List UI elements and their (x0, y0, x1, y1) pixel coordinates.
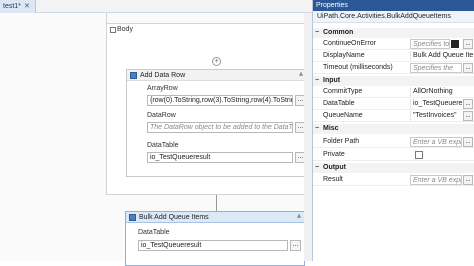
property-name: ContinueOnError (323, 40, 376, 47)
property-name: CommitType (323, 88, 363, 95)
collapse-icon[interactable]: − (315, 124, 319, 134)
category-misc[interactable]: − Misc (313, 124, 474, 134)
category-label: Output (323, 164, 346, 171)
property-row-timeout[interactable]: Timeout (milliseconds) Specifies the ... (313, 63, 474, 74)
property-name: Folder Path (323, 138, 360, 145)
data-table-label: DataTable (138, 229, 170, 236)
properties-panel: Properties UiPath.Core.Activities.BulkAd… (312, 0, 474, 261)
category-input[interactable]: − Input (313, 76, 474, 86)
activity-header: Bulk Add Queue Items ⩓ (126, 212, 304, 223)
queue-name-input[interactable]: "TestInvoices" (410, 111, 462, 121)
result-input[interactable]: Enter a VB expr (410, 175, 462, 185)
property-expression-button[interactable]: ... (463, 99, 473, 109)
activity-type-label: UiPath.Core.Activities.BulkAddQueueItems (313, 11, 474, 23)
category-label: Misc (323, 125, 339, 132)
property-name: Private (323, 151, 345, 158)
expression-tag-icon[interactable] (451, 40, 459, 48)
document-tab-bar: test1* ✕ (0, 0, 312, 13)
property-name: QueueName (323, 112, 363, 119)
designer-canvas[interactable]: Body + Add Data Row ⩓ ArrayRow {row(0).T… (0, 13, 312, 266)
properties-title: Properties (313, 0, 474, 11)
property-expression-button[interactable]: ... (463, 63, 473, 73)
sequence-title: Body (117, 26, 133, 33)
add-data-row-activity[interactable]: Add Data Row ⩓ ArrayRow {row(0).ToString… (126, 69, 307, 177)
sequence-border (106, 13, 107, 23)
property-expression-button[interactable]: ... (463, 175, 473, 185)
bulk-add-queue-items-activity[interactable]: Bulk Add Queue Items ⩓ DataTable io_Test… (125, 211, 305, 266)
property-name: DisplayName (323, 52, 365, 59)
property-name: Timeout (milliseconds) (323, 64, 393, 71)
property-row-queue-name[interactable]: QueueName "TestInvoices" ... (313, 111, 474, 122)
sequence-icon (110, 27, 116, 33)
category-label: Common (323, 29, 354, 36)
property-expression-button[interactable]: ... (463, 39, 473, 49)
collapse-icon[interactable]: ⩓ (299, 71, 303, 79)
data-table-expression-button[interactable]: ... (290, 240, 301, 251)
array-row-input[interactable]: {row(0).ToString,row(3).ToString,row(4).… (147, 95, 293, 106)
timeout-input[interactable]: Specifies the (410, 63, 462, 73)
tab-test1[interactable]: test1* ✕ (0, 0, 36, 13)
body-sequence[interactable]: Body + Add Data Row ⩓ ArrayRow {row(0).T… (106, 23, 310, 195)
private-checkbox[interactable] (415, 151, 423, 159)
property-row-result[interactable]: Result Enter a VB expr ... (313, 175, 474, 186)
property-row-private[interactable]: Private (313, 150, 474, 161)
add-data-row-icon (130, 72, 137, 79)
queue-items-icon (129, 214, 136, 221)
property-row-continue-on-error[interactable]: ContinueOnError Specifies to ... (313, 39, 474, 50)
continue-on-error-input[interactable]: Specifies to (410, 39, 450, 49)
property-name: Result (323, 176, 343, 183)
collapse-icon[interactable]: − (315, 76, 319, 86)
add-activity-plus-icon[interactable]: + (212, 57, 221, 66)
activity-header: Add Data Row ⩓ (127, 70, 306, 81)
data-table-input[interactable]: io_TestQueueresult (147, 152, 293, 163)
category-label: Input (323, 77, 341, 84)
category-output[interactable]: − Output (313, 163, 474, 173)
data-table-input[interactable]: io_TestQueueresult (138, 240, 288, 251)
canvas-scrollbar[interactable] (304, 13, 312, 261)
property-row-folder-path[interactable]: Folder Path Enter a VB expr ... (313, 137, 474, 148)
close-icon[interactable]: ✕ (24, 0, 30, 13)
folder-path-input[interactable]: Enter a VB expr (410, 137, 462, 147)
property-row-display-name[interactable]: DisplayName Bulk Add Queue Iten (313, 51, 474, 62)
collapse-icon[interactable]: − (315, 28, 319, 38)
data-row-input[interactable]: The DataRow object to be added to the Da… (147, 122, 293, 133)
collapse-icon[interactable]: − (315, 163, 319, 173)
array-row-label: ArrayRow (147, 85, 178, 92)
property-row-data-table[interactable]: DataTable io_TestQueuere ... (313, 99, 474, 110)
property-row-commit-type[interactable]: CommitType AllOrNothing (313, 87, 474, 98)
property-expression-button[interactable]: ... (463, 111, 473, 121)
data-table-input[interactable]: io_TestQueuere (410, 99, 462, 109)
tab-label: test1* (3, 3, 21, 10)
commit-type-select[interactable]: AllOrNothing (410, 87, 473, 97)
activity-title: Bulk Add Queue Items (139, 214, 209, 221)
category-common[interactable]: − Common (313, 28, 474, 38)
collapse-icon[interactable]: ⩓ (297, 213, 301, 221)
data-table-label: DataTable (147, 142, 179, 149)
display-name-input[interactable]: Bulk Add Queue Iten (410, 51, 473, 61)
data-row-label: DataRow (147, 112, 176, 119)
property-expression-button[interactable]: ... (463, 137, 473, 147)
property-name: DataTable (323, 100, 355, 107)
activity-title: Add Data Row (140, 72, 186, 79)
